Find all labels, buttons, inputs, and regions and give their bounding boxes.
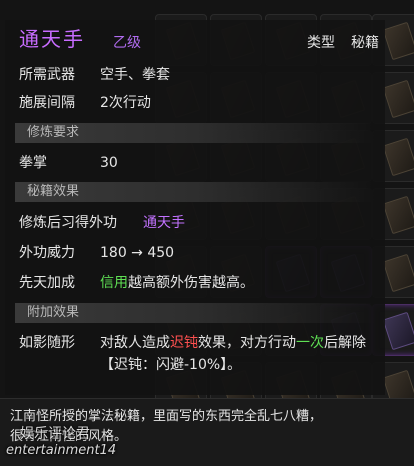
- item-grade: 乙级: [113, 35, 141, 51]
- extra-text-3: 后解除: [324, 335, 366, 351]
- book-icon: [382, 253, 414, 293]
- requirement-row: 拳掌 30: [5, 152, 385, 174]
- book-icon: [382, 21, 414, 61]
- book-icon: [382, 311, 414, 351]
- section-extra: 附加效果: [15, 303, 375, 323]
- innate-description: 越高额外伤害越高。: [128, 275, 254, 291]
- required-weapon-label: 所需武器: [19, 67, 75, 83]
- item-type-label: 类型: [307, 35, 335, 51]
- book-icon: [382, 79, 414, 119]
- extra-detail-row: 【迟钝：闪避-10%】。: [5, 354, 385, 376]
- learn-skill-label: 修炼后习得外功: [19, 215, 117, 231]
- skill-power-value: 180 → 450: [100, 245, 175, 261]
- extra-keyword-slow: 迟钝: [170, 335, 198, 351]
- innate-attribute: 信用: [100, 275, 128, 291]
- requirement-value: 30: [100, 155, 118, 171]
- extra-effect-detail: 【迟钝：闪避-10%】。: [100, 357, 242, 373]
- watermark-handle: entertainment14: [6, 443, 117, 458]
- innate-bonus-label: 先天加成: [19, 275, 75, 291]
- learn-skill-value: 通天手: [143, 215, 185, 231]
- cast-interval-label: 施展间隔: [19, 95, 75, 111]
- section-requirements: 修炼要求: [15, 123, 375, 143]
- item-type-value: 秘籍: [351, 35, 379, 51]
- learn-skill-row: 修炼后习得外功 通天手: [5, 212, 385, 234]
- extra-text-1: 对敌人造成: [100, 335, 170, 351]
- requirement-label: 拳掌: [19, 155, 47, 171]
- description-line-1: 江南怪所授的掌法秘籍，里面写的东西完全乱七八糟，: [10, 409, 323, 424]
- extra-effect-name: 如影随形: [19, 335, 75, 351]
- book-icon: [382, 195, 414, 235]
- innate-bonus-row: 先天加成 信用越高额外伤害越高。: [5, 272, 385, 294]
- item-tooltip: 通天手 乙级 类型 秘籍 所需武器 空手、拳套 施展间隔 2次行动 修炼要求 拳…: [5, 20, 385, 395]
- section-effects: 秘籍效果: [15, 182, 375, 202]
- book-icon: [382, 137, 414, 177]
- skill-power-label: 外功威力: [19, 245, 75, 261]
- watermark-text: 娱乐评论君: [20, 426, 90, 442]
- cast-interval-value: 2次行动: [100, 95, 151, 111]
- tooltip-header: 通天手 乙级 类型 秘籍: [5, 28, 385, 54]
- extra-effect-row: 如影随形 对敌人造成迟钝效果，对方行动一次后解除: [5, 332, 385, 354]
- innate-bonus-text: 信用越高额外伤害越高。: [100, 272, 254, 294]
- extra-effect-text: 对敌人造成迟钝效果，对方行动一次后解除: [100, 332, 366, 354]
- cast-interval-row: 施展间隔 2次行动: [5, 92, 385, 114]
- extra-keyword-count: 一次: [296, 335, 324, 351]
- item-name: 通天手: [19, 27, 85, 51]
- extra-text-2: 效果，对方行动: [198, 335, 296, 351]
- skill-power-row: 外功威力 180 → 450: [5, 242, 385, 264]
- item-description: 江南怪所授的掌法秘籍，里面写的东西完全乱七八糟， 很有江南怪的风格。 娱乐评论君…: [0, 398, 414, 466]
- required-weapon-value: 空手、拳套: [100, 67, 170, 83]
- required-weapon-row: 所需武器 空手、拳套: [5, 64, 385, 86]
